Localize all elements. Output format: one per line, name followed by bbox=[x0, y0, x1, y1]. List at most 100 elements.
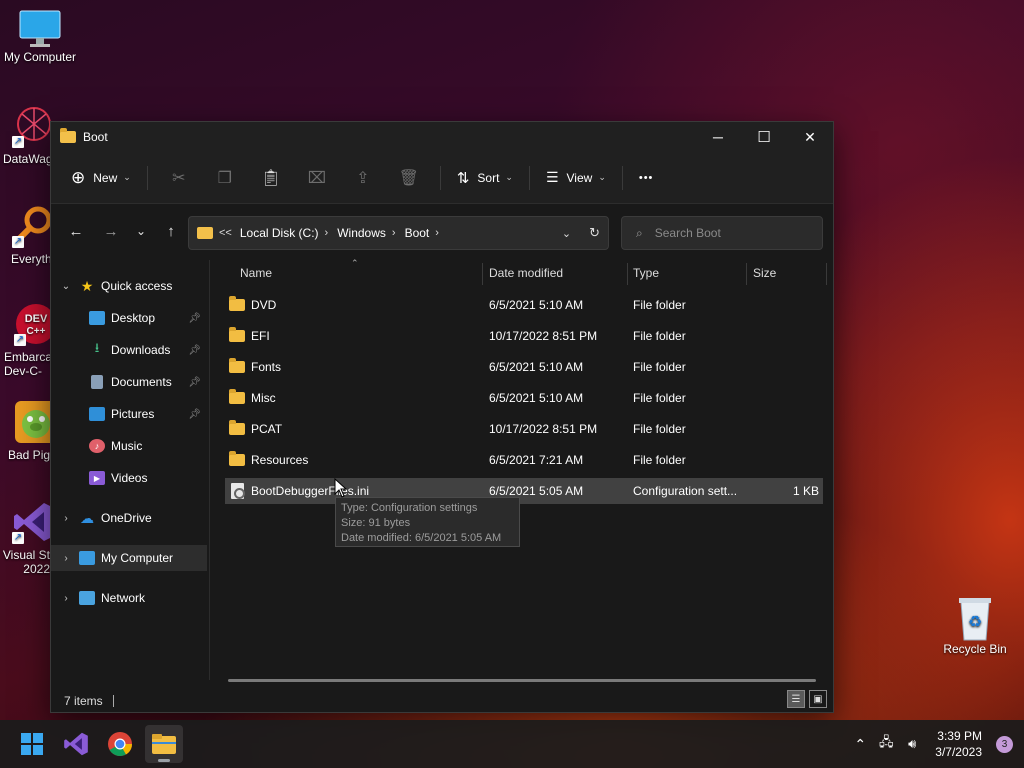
desktop-icon-visual-studio[interactable]: ↗ Visual St 2022 bbox=[0, 500, 52, 576]
search-box[interactable]: ⌕ bbox=[621, 216, 823, 250]
plus-circle-icon: ⊕ bbox=[71, 167, 86, 187]
chevron-right-icon[interactable]: › bbox=[59, 513, 73, 524]
file-row[interactable]: Misc 6/5/2021 5:10 AM File folder bbox=[225, 385, 823, 411]
minimize-button[interactable]: ─ bbox=[695, 122, 741, 152]
breadcrumb-boot[interactable]: Boot bbox=[405, 226, 430, 240]
title-bar[interactable]: Boot ─ ☐ ✕ bbox=[51, 122, 833, 152]
copy-icon[interactable]: ❐ bbox=[209, 162, 241, 194]
file-row[interactable]: DVD 6/5/2021 5:10 AM File folder bbox=[225, 292, 823, 318]
up-arrow-icon[interactable]: ↑ bbox=[156, 216, 186, 246]
folder-icon bbox=[229, 358, 245, 373]
sort-button[interactable]: ⇅ Sort ⌄ bbox=[449, 162, 521, 194]
sidebar-item-label: Music bbox=[111, 439, 143, 453]
taskbar-chrome[interactable] bbox=[101, 725, 139, 763]
address-history-chevron-icon[interactable]: ⌄ bbox=[562, 227, 571, 240]
sidebar-item-network[interactable]: › Network bbox=[51, 585, 207, 611]
overflow-chevron-icon[interactable]: << bbox=[219, 227, 232, 239]
column-divider[interactable] bbox=[482, 263, 483, 285]
devcpp-icon: DEV C++ ↗ bbox=[14, 302, 52, 346]
desktop-icon-recycle-bin[interactable]: ♻ Recycle Bin bbox=[935, 594, 1015, 656]
sidebar-item-label: Videos bbox=[111, 471, 148, 485]
chevron-down-icon[interactable]: ⌄ bbox=[59, 281, 73, 292]
taskbar-visual-studio[interactable] bbox=[57, 725, 95, 763]
view-button[interactable]: ☰ View ⌄ bbox=[538, 162, 614, 194]
file-row[interactable]: PCAT 10/17/2022 8:51 PM File folder bbox=[225, 416, 823, 442]
breadcrumb-chevron-icon[interactable]: › bbox=[435, 227, 439, 239]
pin-icon[interactable]: 📌︎ bbox=[188, 377, 201, 388]
large-icons-view-icon[interactable]: ▣ bbox=[809, 690, 827, 708]
sidebar-item-desktop[interactable]: Desktop 📌︎ bbox=[51, 305, 207, 331]
horizontal-scrollbar[interactable] bbox=[228, 679, 816, 682]
breadcrumb-chevron-icon[interactable]: › bbox=[325, 227, 329, 239]
pin-icon[interactable]: 📌︎ bbox=[188, 345, 201, 356]
volume-icon[interactable]: 🔊︎ bbox=[899, 736, 925, 752]
file-type: Configuration sett... bbox=[633, 484, 738, 498]
status-divider bbox=[112, 695, 114, 707]
chevron-right-icon[interactable]: › bbox=[59, 553, 73, 564]
file-explorer-window: Boot ─ ☐ ✕ ⊕ New ⌄ ✂ ❐ 📋︎ ⌧ ⇪ 🗑︎ ⇅ Sort … bbox=[50, 121, 834, 713]
sidebar-item-my-computer[interactable]: › My Computer bbox=[51, 545, 207, 571]
column-header-name[interactable]: Name bbox=[240, 260, 480, 286]
column-header-type[interactable]: Type bbox=[633, 260, 745, 286]
file-row[interactable]: Fonts 6/5/2021 5:10 AM File folder bbox=[225, 354, 823, 380]
rename-icon[interactable]: ⌧ bbox=[301, 162, 333, 194]
sidebar-item-quick-access[interactable]: ⌄ ★ Quick access bbox=[51, 273, 207, 299]
column-header-size[interactable]: Size bbox=[753, 260, 823, 286]
column-header-date[interactable]: Date modified bbox=[489, 260, 627, 286]
tooltip-date: Date modified: 6/5/2021 5:05 AM bbox=[341, 532, 502, 544]
refresh-icon[interactable]: ↻ bbox=[589, 225, 600, 241]
breadcrumb-chevron-icon[interactable]: › bbox=[392, 227, 396, 239]
sidebar-item-music[interactable]: ♪ Music bbox=[51, 433, 207, 459]
breadcrumb-local-disk[interactable]: Local Disk (C:) bbox=[240, 226, 319, 240]
chevron-right-icon[interactable]: › bbox=[59, 593, 73, 604]
search-input[interactable] bbox=[654, 226, 805, 240]
tooltip-size: Size: 91 bytes bbox=[341, 517, 411, 529]
active-indicator bbox=[158, 759, 170, 762]
pin-icon[interactable]: 📌︎ bbox=[188, 313, 201, 324]
file-row[interactable]: Resources 6/5/2021 7:21 AM File folder bbox=[225, 447, 823, 473]
address-bar[interactable]: << Local Disk (C:) › Windows › Boot › ⌄ … bbox=[188, 216, 609, 250]
file-row[interactable]: EFI 10/17/2022 8:51 PM File folder bbox=[225, 323, 823, 349]
details-view-icon[interactable]: ☰ bbox=[787, 690, 805, 708]
notification-badge[interactable]: 3 bbox=[996, 735, 1013, 753]
recent-locations-chevron-icon[interactable]: ⌄ bbox=[126, 216, 156, 246]
pin-icon[interactable]: 📌︎ bbox=[188, 409, 201, 420]
sidebar-item-videos[interactable]: ▶ Videos bbox=[51, 465, 207, 491]
maximize-button[interactable]: ☐ bbox=[741, 122, 787, 152]
paste-icon[interactable]: 📋︎ bbox=[255, 162, 287, 194]
sidebar-item-pictures[interactable]: Pictures 📌︎ bbox=[51, 401, 207, 427]
desktop-icon-my-computer[interactable]: My Computer bbox=[0, 10, 80, 64]
desktop-icon-bad-piggies[interactable]: Bad Pig bbox=[0, 400, 52, 462]
pane-divider[interactable] bbox=[209, 260, 210, 680]
address-actions: ⌄ ↻ bbox=[562, 217, 600, 249]
desktop-icon-label: DataWag bbox=[3, 152, 52, 166]
file-row-selected[interactable]: BootDebuggerFiles.ini 6/5/2021 5:05 AM C… bbox=[225, 478, 823, 504]
start-button[interactable] bbox=[13, 725, 51, 763]
chevron-down-icon: ⌄ bbox=[598, 172, 606, 182]
back-arrow-icon[interactable]: ← bbox=[61, 216, 91, 246]
desktop-icon-devcpp[interactable]: DEV C++ ↗ Embarca Dev-C- bbox=[0, 302, 52, 378]
clock[interactable]: 3:39 PM 3/7/2023 bbox=[935, 728, 982, 760]
sidebar-item-downloads[interactable]: ⭳ Downloads 📌︎ bbox=[51, 337, 207, 363]
column-divider[interactable] bbox=[826, 263, 827, 285]
column-divider[interactable] bbox=[627, 263, 628, 285]
more-options-button[interactable]: ••• bbox=[631, 162, 662, 194]
sidebar-item-documents[interactable]: Documents 📌︎ bbox=[51, 369, 207, 395]
delete-icon[interactable]: 🗑︎ bbox=[393, 162, 425, 194]
new-button[interactable]: ⊕ New ⌄ bbox=[63, 162, 139, 194]
breadcrumb-windows[interactable]: Windows bbox=[337, 226, 386, 240]
file-date: 6/5/2021 5:10 AM bbox=[489, 360, 584, 374]
taskbar-file-explorer[interactable] bbox=[145, 725, 183, 763]
share-icon[interactable]: ⇪ bbox=[347, 162, 379, 194]
music-icon: ♪ bbox=[89, 439, 105, 453]
close-button[interactable]: ✕ bbox=[787, 122, 833, 152]
cut-icon[interactable]: ✂ bbox=[163, 162, 195, 194]
sidebar-item-onedrive[interactable]: › ☁ OneDrive bbox=[51, 505, 207, 531]
desktop-icon-everything[interactable]: ↗ Everyth bbox=[0, 204, 52, 266]
chevron-up-icon[interactable]: ⌃ bbox=[847, 736, 873, 753]
file-name-cell: Misc bbox=[229, 385, 276, 411]
network-status-icon[interactable]: 🖧︎ bbox=[873, 733, 899, 755]
column-divider[interactable] bbox=[746, 263, 747, 285]
desktop-icon-datawag[interactable]: ↗ DataWag bbox=[0, 104, 52, 166]
forward-arrow-icon[interactable]: → bbox=[96, 216, 126, 246]
